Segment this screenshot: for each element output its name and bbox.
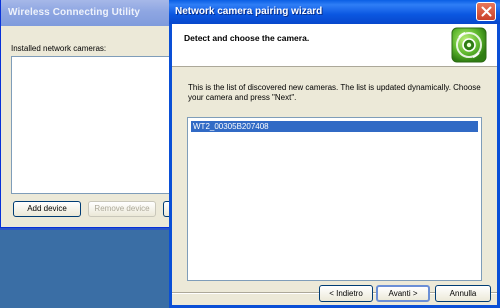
- close-icon: [481, 6, 492, 17]
- pairing-wizard-dialog: Network camera pairing wizard Detect and…: [169, 0, 500, 308]
- wireless-utility-title: Wireless Connecting Utility: [8, 7, 141, 18]
- wizard-heading: Detect and choose the camera.: [184, 33, 310, 43]
- wireless-utility-window: Wireless Connecting Utility Installed ne…: [0, 0, 187, 228]
- camera-pairing-logo-icon: [451, 27, 487, 63]
- wizard-title: Network camera pairing wizard: [175, 6, 323, 17]
- camera-list-item[interactable]: WT2_00305B207408: [191, 121, 478, 132]
- add-device-button[interactable]: Add device: [13, 201, 81, 217]
- installed-cameras-label: Installed network cameras:: [11, 44, 107, 53]
- installed-cameras-list[interactable]: [11, 56, 187, 194]
- wireless-utility-titlebar[interactable]: Wireless Connecting Utility: [1, 0, 187, 26]
- wizard-instructions: This is the list of discovered new camer…: [188, 83, 481, 102]
- window-bottom-strip: [0, 228, 186, 230]
- next-button[interactable]: Avanti >: [376, 285, 430, 302]
- remove-device-button[interactable]: Remove device: [88, 201, 156, 217]
- wizard-client-area: Detect and choose the camera. This is th…: [172, 24, 497, 305]
- wizard-titlebar[interactable]: Network camera pairing wizard: [169, 0, 500, 24]
- screen: Wireless Connecting Utility Installed ne…: [0, 0, 500, 308]
- back-button[interactable]: < Indietro: [319, 285, 373, 302]
- close-button[interactable]: [476, 2, 496, 21]
- discovered-cameras-list[interactable]: WT2_00305B207408: [187, 117, 482, 281]
- cancel-button[interactable]: Annulla: [435, 285, 491, 302]
- wizard-header: Detect and choose the camera.: [172, 24, 497, 67]
